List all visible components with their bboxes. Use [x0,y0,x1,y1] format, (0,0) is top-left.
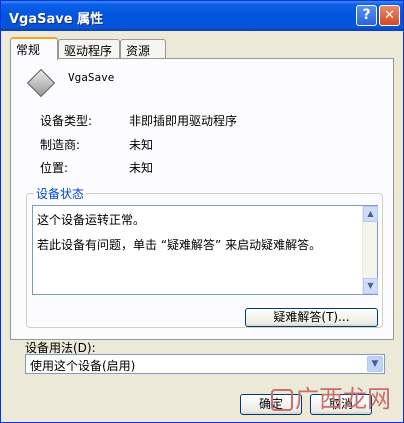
watermark: 广西龙网 [271,379,391,414]
device-type-label: 设备类型: [40,114,93,128]
device-type-value: 非即插即用驱动程序 [129,114,238,128]
status-line-ok: 这个设备运转正常。 [37,213,146,227]
close-button[interactable]: ✕ [379,5,400,26]
status-line-hint: 若此设备有问题，单击 “疑难解答” 来启动疑难解答。 [37,238,322,252]
manufacturer-value: 未知 [129,138,154,152]
device-status-title: 设备状态 [34,185,87,202]
device-usage-value: 使用这个设备(启用) [30,359,136,373]
help-button[interactable]: ? [356,5,377,26]
location-label: 位置: [40,161,69,175]
scroll-up-icon[interactable]: ▲ [363,206,378,222]
device-usage-select[interactable]: 使用这个设备(启用) ▼ [25,354,385,374]
location-value: 未知 [129,161,154,175]
title-bar[interactable]: VgaSave 属性 ? ✕ [1,1,403,31]
watermark-text: 广西龙网 [295,385,391,413]
chevron-down-icon[interactable]: ▼ [367,356,383,372]
general-panel: VgaSave 设备类型: 非即插即用驱动程序 制造商: 未知 位置: 未知 设… [10,58,394,340]
manufacturer-label: 制造商: [40,138,81,152]
device-status-group: 设备状态 这个设备运转正常。 若此设备有问题，单击 “疑难解答” 来启动疑难解答… [26,185,383,328]
device-status-text-box[interactable]: 这个设备运转正常。 若此设备有问题，单击 “疑难解答” 来启动疑难解答。 ▲ ▼ [32,205,378,295]
status-scrollbar[interactable]: ▲ ▼ [362,206,378,294]
tab-driver[interactable]: 驱动程序 [58,39,120,59]
scroll-down-icon[interactable]: ▼ [363,278,378,294]
watermark-logo-icon [271,389,293,411]
tab-resources[interactable]: 资源 [120,39,166,59]
properties-dialog: VgaSave 属性 ? ✕ 常规 驱动程序 资源 VgaSave 设备类型: … [0,0,404,423]
tab-general[interactable]: 常规 [10,37,58,60]
device-diamond-icon [26,68,56,98]
window-title: VgaSave 属性 [9,12,104,27]
device-name: VgaSave [68,71,115,84]
troubleshoot-button[interactable]: 疑难解答(T)... [245,308,378,327]
